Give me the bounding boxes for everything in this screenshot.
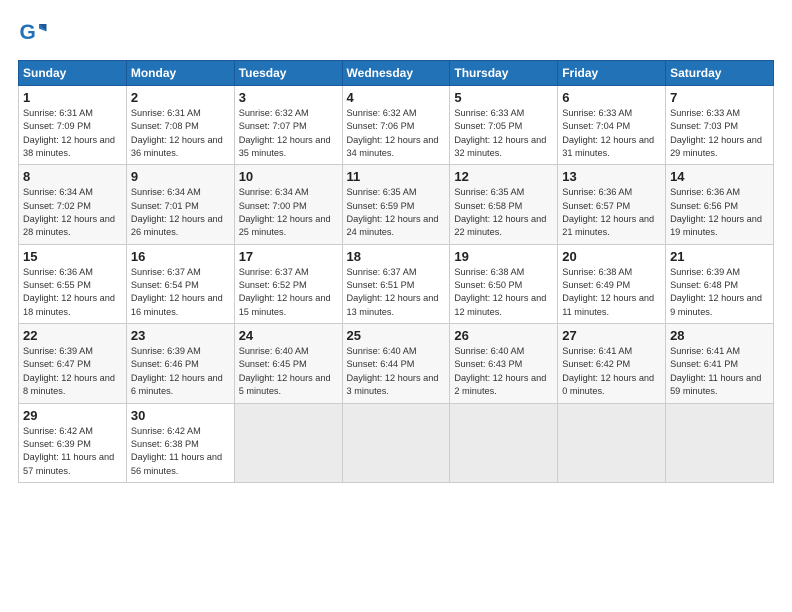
- table-row: 28 Sunrise: 6:41 AMSunset: 6:41 PMDaylig…: [666, 324, 774, 403]
- calendar-week-row: 15 Sunrise: 6:36 AMSunset: 6:55 PMDaylig…: [19, 244, 774, 323]
- header-tuesday: Tuesday: [234, 61, 342, 86]
- table-row: 30 Sunrise: 6:42 AMSunset: 6:38 PMDaylig…: [126, 403, 234, 482]
- empty-cell: [342, 403, 450, 482]
- table-row: 11 Sunrise: 6:35 AMSunset: 6:59 PMDaylig…: [342, 165, 450, 244]
- table-row: 13 Sunrise: 6:36 AMSunset: 6:57 PMDaylig…: [558, 165, 666, 244]
- logo-icon: G: [18, 18, 48, 48]
- empty-cell: [234, 403, 342, 482]
- table-row: 6 Sunrise: 6:33 AMSunset: 7:04 PMDayligh…: [558, 86, 666, 165]
- empty-cell: [558, 403, 666, 482]
- table-row: 24 Sunrise: 6:40 AMSunset: 6:45 PMDaylig…: [234, 324, 342, 403]
- table-row: 22 Sunrise: 6:39 AMSunset: 6:47 PMDaylig…: [19, 324, 127, 403]
- calendar-week-row: 22 Sunrise: 6:39 AMSunset: 6:47 PMDaylig…: [19, 324, 774, 403]
- table-row: 2 Sunrise: 6:31 AMSunset: 7:08 PMDayligh…: [126, 86, 234, 165]
- table-row: 14 Sunrise: 6:36 AMSunset: 6:56 PMDaylig…: [666, 165, 774, 244]
- header-saturday: Saturday: [666, 61, 774, 86]
- table-row: 26 Sunrise: 6:40 AMSunset: 6:43 PMDaylig…: [450, 324, 558, 403]
- header-wednesday: Wednesday: [342, 61, 450, 86]
- table-row: 5 Sunrise: 6:33 AMSunset: 7:05 PMDayligh…: [450, 86, 558, 165]
- table-row: 25 Sunrise: 6:40 AMSunset: 6:44 PMDaylig…: [342, 324, 450, 403]
- table-row: 19 Sunrise: 6:38 AMSunset: 6:50 PMDaylig…: [450, 244, 558, 323]
- table-row: 1 Sunrise: 6:31 AMSunset: 7:09 PMDayligh…: [19, 86, 127, 165]
- logo: G: [18, 18, 52, 48]
- table-row: 27 Sunrise: 6:41 AMSunset: 6:42 PMDaylig…: [558, 324, 666, 403]
- svg-text:G: G: [20, 21, 36, 44]
- empty-cell: [666, 403, 774, 482]
- table-row: 16 Sunrise: 6:37 AMSunset: 6:54 PMDaylig…: [126, 244, 234, 323]
- calendar-header-row: Sunday Monday Tuesday Wednesday Thursday…: [19, 61, 774, 86]
- table-row: 4 Sunrise: 6:32 AMSunset: 7:06 PMDayligh…: [342, 86, 450, 165]
- header-friday: Friday: [558, 61, 666, 86]
- table-row: 12 Sunrise: 6:35 AMSunset: 6:58 PMDaylig…: [450, 165, 558, 244]
- page-header: G: [18, 18, 774, 48]
- header-thursday: Thursday: [450, 61, 558, 86]
- table-row: 21 Sunrise: 6:39 AMSunset: 6:48 PMDaylig…: [666, 244, 774, 323]
- table-row: 7 Sunrise: 6:33 AMSunset: 7:03 PMDayligh…: [666, 86, 774, 165]
- table-row: 10 Sunrise: 6:34 AMSunset: 7:00 PMDaylig…: [234, 165, 342, 244]
- table-row: 17 Sunrise: 6:37 AMSunset: 6:52 PMDaylig…: [234, 244, 342, 323]
- calendar-week-row: 8 Sunrise: 6:34 AMSunset: 7:02 PMDayligh…: [19, 165, 774, 244]
- table-row: 8 Sunrise: 6:34 AMSunset: 7:02 PMDayligh…: [19, 165, 127, 244]
- calendar-week-row: 1 Sunrise: 6:31 AMSunset: 7:09 PMDayligh…: [19, 86, 774, 165]
- empty-cell: [450, 403, 558, 482]
- table-row: 23 Sunrise: 6:39 AMSunset: 6:46 PMDaylig…: [126, 324, 234, 403]
- table-row: 29 Sunrise: 6:42 AMSunset: 6:39 PMDaylig…: [19, 403, 127, 482]
- header-monday: Monday: [126, 61, 234, 86]
- calendar-week-row: 29 Sunrise: 6:42 AMSunset: 6:39 PMDaylig…: [19, 403, 774, 482]
- table-row: 3 Sunrise: 6:32 AMSunset: 7:07 PMDayligh…: [234, 86, 342, 165]
- table-row: 9 Sunrise: 6:34 AMSunset: 7:01 PMDayligh…: [126, 165, 234, 244]
- table-row: 20 Sunrise: 6:38 AMSunset: 6:49 PMDaylig…: [558, 244, 666, 323]
- header-sunday: Sunday: [19, 61, 127, 86]
- table-row: 18 Sunrise: 6:37 AMSunset: 6:51 PMDaylig…: [342, 244, 450, 323]
- calendar-table: Sunday Monday Tuesday Wednesday Thursday…: [18, 60, 774, 483]
- table-row: 15 Sunrise: 6:36 AMSunset: 6:55 PMDaylig…: [19, 244, 127, 323]
